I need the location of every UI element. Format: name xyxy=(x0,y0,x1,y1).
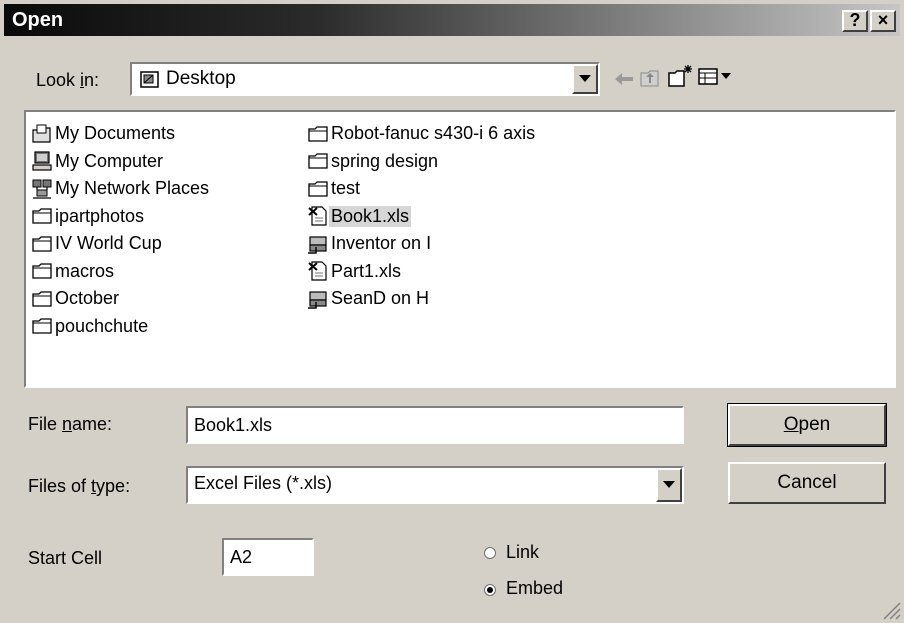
shortcut-icon xyxy=(308,291,327,309)
startcell-input[interactable] xyxy=(222,538,314,576)
list-item-my-computer[interactable]: My Computer xyxy=(32,148,211,176)
list-item-book1-xls[interactable]: Book1.xls xyxy=(308,203,537,231)
list-item-macros[interactable]: macros xyxy=(32,258,211,286)
link-radio[interactable] xyxy=(484,547,496,559)
folder-icon xyxy=(32,236,52,252)
list-item-part1-xls[interactable]: Part1.xls xyxy=(308,258,537,286)
chevron-down-icon xyxy=(663,481,675,488)
help-button[interactable]: ? xyxy=(842,10,868,32)
startcell-label: Start Cell xyxy=(28,548,103,568)
embed-radio-label[interactable]: Embed xyxy=(506,578,563,599)
file-list[interactable]: My Documents My Computer My Network Plac… xyxy=(24,110,896,388)
title-bar[interactable]: Open ? × xyxy=(4,4,900,36)
filetype-value: Excel Files (*.xls) xyxy=(194,473,333,493)
new-folder-icon[interactable] xyxy=(668,64,694,88)
folder-icon xyxy=(32,263,52,279)
list-item-inventor-on-i[interactable]: Inventor on I xyxy=(308,230,537,258)
list-item-my-network-places[interactable]: My Network Places xyxy=(32,175,211,203)
close-button[interactable]: × xyxy=(870,10,896,32)
lookin-value: Desktop xyxy=(166,68,236,89)
file-list-column-1: My Documents My Computer My Network Plac… xyxy=(32,120,211,340)
lookin-label: Look in: xyxy=(36,70,100,90)
back-arrow-icon[interactable] xyxy=(614,72,634,86)
filetype-combo[interactable]: Excel Files (*.xls) xyxy=(186,466,684,504)
embed-radio[interactable] xyxy=(484,584,496,596)
list-item-seand-on-h[interactable]: SeanD on H xyxy=(308,285,537,313)
folder-icon xyxy=(308,181,328,197)
network-places-icon xyxy=(32,179,52,199)
list-item-test[interactable]: test xyxy=(308,175,537,203)
open-button[interactable]: Open xyxy=(727,403,887,447)
filename-label: File name: xyxy=(28,414,113,434)
list-item-robot-fanuc[interactable]: Robot-fanuc s430-i 6 axis xyxy=(308,120,537,148)
my-documents-icon xyxy=(32,124,51,143)
views-menu-icon[interactable] xyxy=(698,68,732,86)
desktop-icon xyxy=(140,71,159,88)
cancel-button[interactable]: Cancel xyxy=(728,462,886,504)
lookin-combo[interactable]: Desktop xyxy=(130,62,600,96)
resize-grip-icon[interactable] xyxy=(880,599,902,621)
folder-icon xyxy=(32,208,52,224)
list-item-pouchchute[interactable]: pouchchute xyxy=(32,313,211,341)
link-radio-label[interactable]: Link xyxy=(506,542,539,563)
list-item-spring-design[interactable]: spring design xyxy=(308,148,537,176)
filetype-dropdown-button[interactable] xyxy=(656,468,682,502)
filetype-label: Files of type: xyxy=(28,476,131,496)
folder-icon xyxy=(32,318,52,334)
list-item-my-documents[interactable]: My Documents xyxy=(32,120,211,148)
shortcut-icon xyxy=(308,236,327,254)
chevron-down-icon xyxy=(579,75,591,82)
folder-icon xyxy=(32,291,52,307)
window-title: Open xyxy=(12,9,64,31)
my-computer-icon xyxy=(32,151,52,171)
list-item-ipartphotos[interactable]: ipartphotos xyxy=(32,203,211,231)
up-folder-icon[interactable] xyxy=(640,68,662,88)
excel-file-icon xyxy=(308,206,327,226)
filename-input[interactable] xyxy=(186,406,684,444)
file-list-column-2: Robot-fanuc s430-i 6 axis spring design … xyxy=(308,120,537,313)
lookin-dropdown-button[interactable] xyxy=(572,64,598,94)
excel-file-icon xyxy=(308,261,327,281)
open-dialog: Open ? × Look in: Desktop My Documents M… xyxy=(0,0,904,623)
folder-icon xyxy=(308,153,328,169)
list-item-october[interactable]: October xyxy=(32,285,211,313)
folder-icon xyxy=(308,126,328,142)
list-item-iv-world-cup[interactable]: IV World Cup xyxy=(32,230,211,258)
